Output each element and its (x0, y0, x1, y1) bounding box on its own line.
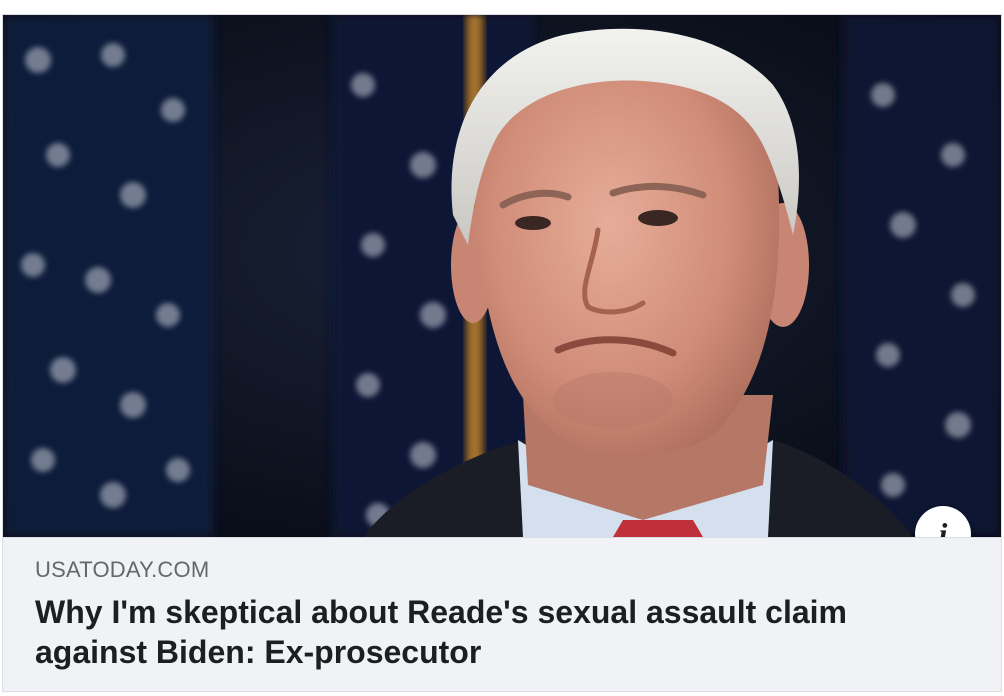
link-preview-card[interactable]: i USATODAY.COM Why I'm skeptical about R… (2, 14, 1002, 692)
link-headline[interactable]: Why I'm skeptical about Reade's sexual a… (35, 592, 935, 672)
link-meta[interactable]: USATODAY.COM Why I'm skeptical about Rea… (3, 537, 1001, 691)
preview-image[interactable] (3, 15, 1001, 537)
photo-illustration (3, 15, 1001, 537)
link-domain: USATODAY.COM (35, 557, 210, 582)
